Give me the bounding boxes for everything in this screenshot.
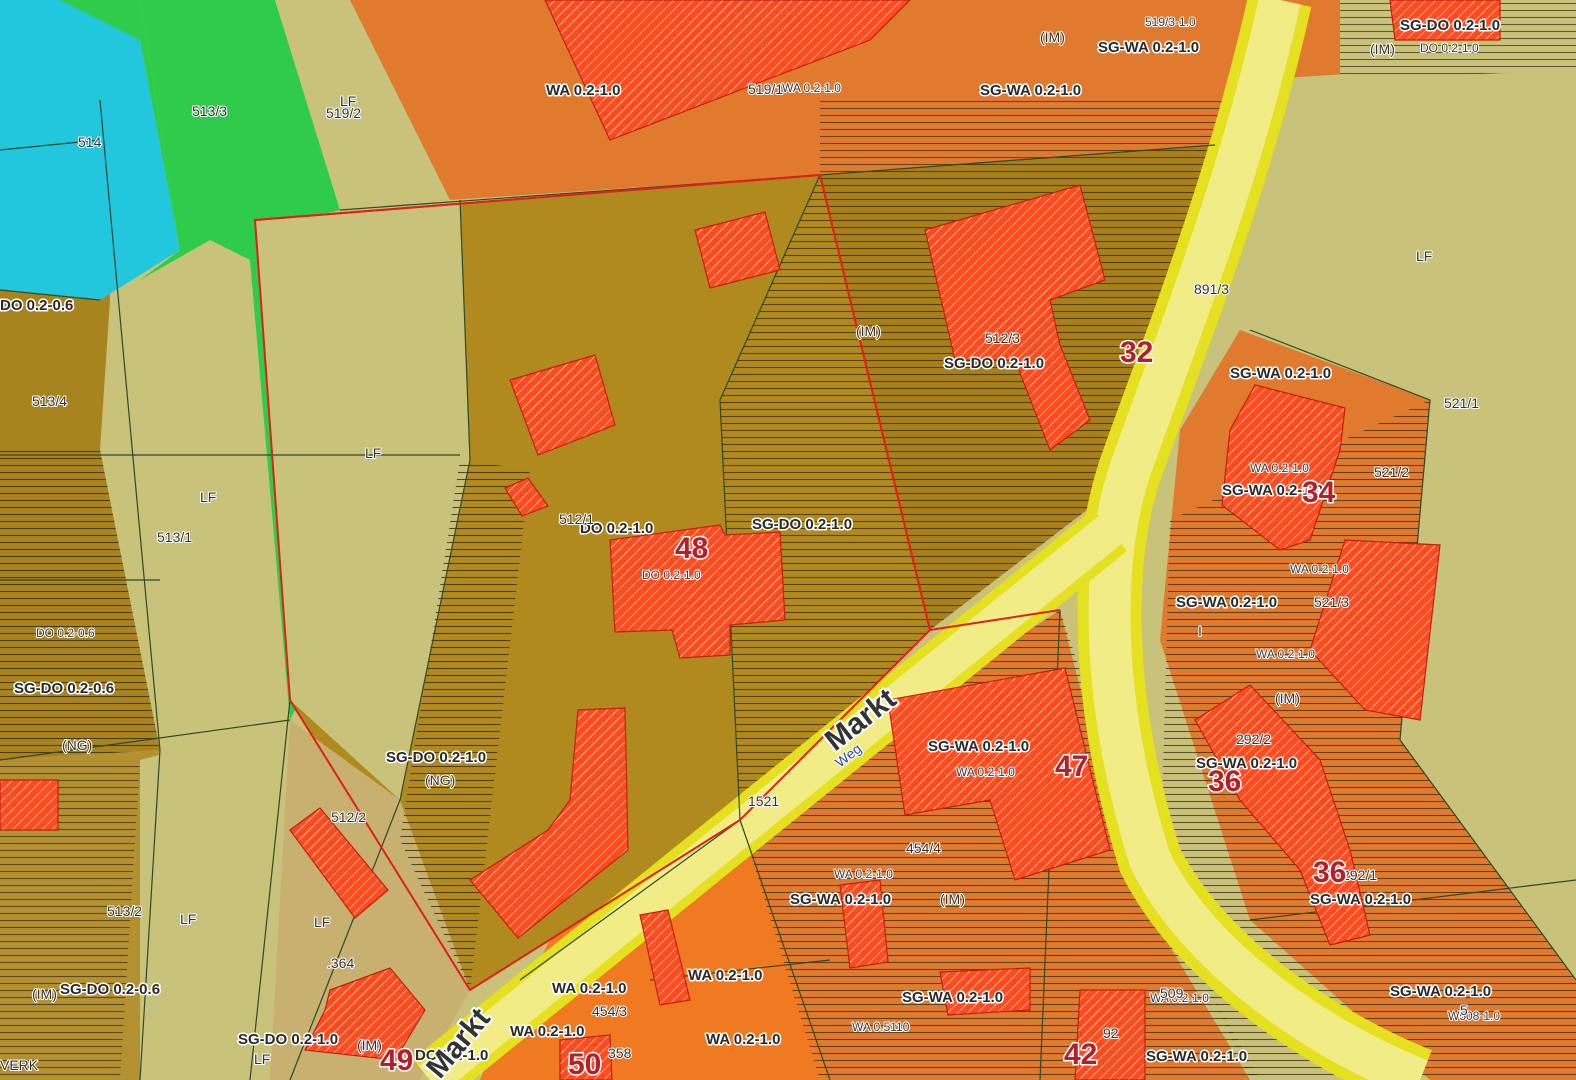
house-number: 36 — [1208, 765, 1241, 798]
parcel-label: LF — [1416, 248, 1432, 264]
parcel-label: (IM) — [1040, 29, 1065, 45]
parcel-label: (NG) — [425, 772, 455, 788]
parcel-label: LF — [365, 445, 381, 461]
zone-label: SG-DO 0.2-1.0 — [752, 516, 852, 533]
zone-label: WA 0.2-1.0 — [552, 980, 626, 997]
zone-label: SG-DO 0.2-1.0 — [944, 355, 1044, 372]
parcel-label: 891/3 — [1194, 281, 1229, 297]
small-label: WA 0.2-1.0 — [1250, 461, 1309, 475]
small-label: WA 0.2-1.0 — [1256, 647, 1315, 661]
parcel-label: 512/1 — [559, 511, 594, 527]
zone-label: WA 0.2-1.0 — [688, 967, 762, 984]
zone-label: SG-WA 0.2-1.0 — [902, 989, 1003, 1006]
parcel-label: 509 — [1160, 985, 1184, 1001]
parcel-label: 513/3 — [192, 103, 227, 119]
small-label: WA 0.5110 — [852, 1020, 910, 1034]
small-label: 519/3-1.0 — [1145, 15, 1196, 29]
parcel-label: (NG) — [62, 737, 92, 753]
parcel-label: 513/4 — [32, 393, 67, 409]
parcel-label: (IM) — [1275, 690, 1300, 706]
parcel-label: 519/1 — [748, 81, 783, 97]
zone-label: SG-DO 0.2-0.6 — [60, 981, 160, 998]
parcel-label: 519/2 — [326, 105, 361, 121]
zone-label: SG-WA 0.2-1.0 — [1390, 983, 1491, 1000]
house-number: 48 — [675, 532, 708, 565]
parcel-label: 292/1 — [1342, 867, 1377, 883]
zone-agri-south — [140, 720, 290, 1080]
parcel-label: 521/2 — [1374, 464, 1409, 480]
parcel-label: 5 — [1460, 1002, 1468, 1018]
parcel-label: LF — [180, 911, 196, 927]
small-label: W508-1.0 — [1448, 1009, 1500, 1023]
zone-label: WA 0.2-1.0 — [706, 1031, 780, 1048]
parcel-label: LF — [200, 489, 216, 505]
zone-label: SG-DO 0.2-1.0 — [1400, 17, 1500, 34]
parcel-label: 454/3 — [592, 1003, 627, 1019]
zone-label: SG-WA 0.2-1.0 — [1230, 365, 1331, 382]
parcel-label: .364 — [327, 955, 354, 971]
parcel-label: (IM) — [940, 891, 965, 907]
parcel-label: 521/1 — [1444, 395, 1479, 411]
zone-label: WA 0.2-1.0 — [510, 1023, 584, 1040]
parcel-label: I — [1198, 623, 1202, 639]
zone-label: SG-WA 0.2-1.0 — [1098, 39, 1199, 56]
zoning-map[interactable]: WA 0.2-1.0 SG-WA 0.2-1.0 SG-WA 0.2-1.0 S… — [0, 0, 1576, 1080]
parcel-label: 513/1 — [157, 529, 192, 545]
zone-label: SG-DO 0.2-1.0 — [386, 749, 486, 766]
house-number: 42 — [1064, 1038, 1097, 1071]
zone-label: SG-DO 0.2-0.6 — [14, 680, 114, 697]
parcel-label: 514 — [78, 134, 102, 150]
zone-label: WA 0.2-1.0 — [546, 82, 620, 99]
house-number: 32 — [1120, 336, 1153, 369]
zone-label: SG-WA 0.2-1.0 — [928, 738, 1029, 755]
parcel-label: 454/4 — [906, 840, 941, 856]
small-label: WA 0.2-1.0 — [956, 765, 1015, 779]
building — [0, 779, 59, 831]
parcel-label: 513/2 — [107, 903, 142, 919]
zone-label: SG-WA 0.2-1.0 — [1146, 1048, 1247, 1065]
zone-label: SG-WA 0.2-1.0 — [1310, 891, 1411, 908]
house-number: 49 — [380, 1044, 413, 1077]
parcel-label: 1521 — [748, 793, 779, 809]
parcel-label: 292/2 — [1236, 731, 1271, 747]
house-number: 47 — [1055, 750, 1088, 783]
zone-label: SG-WA 0.2-1.0 — [1176, 594, 1277, 611]
parcel-label: 521/3 — [1314, 594, 1349, 610]
parcel-label: 512/2 — [331, 809, 366, 825]
small-label: WA 0.2-1.0 — [782, 81, 841, 95]
parcel-label: (IM) — [856, 323, 881, 339]
zone-label: DO 0.2-0.6 — [0, 297, 73, 314]
zone-label: SG-WA 0.2-1.0 — [790, 891, 891, 908]
parcel-label: 92 — [1103, 1025, 1119, 1041]
small-label: WA 0.2-1.0 — [1290, 562, 1349, 576]
parcel-label: (IM) — [1370, 41, 1395, 57]
parcel-label: LF — [314, 914, 330, 930]
parcel-label: (IM) — [32, 986, 57, 1002]
house-number: 50 — [568, 1048, 601, 1080]
house-number: 36 — [1313, 856, 1346, 889]
small-label: DO 0.2-0.6 — [36, 626, 95, 640]
parcel-label: 358 — [608, 1045, 632, 1061]
parcel-label: 512/3 — [985, 330, 1020, 346]
small-label: WA 0.2-1.0 — [834, 867, 893, 881]
zone-label: SG-DO 0.2-1.0 — [238, 1031, 338, 1048]
parcel-label: LF — [254, 1051, 270, 1067]
house-number: 34 — [1302, 476, 1336, 509]
small-label: DO 0.2-1.0 — [642, 568, 701, 582]
small-label: DO 0.2-1.0 — [1420, 41, 1479, 55]
zone-label: SG-WA 0.2-1.0 — [980, 82, 1081, 99]
parcel-label: VERK — [0, 1057, 39, 1073]
parcel-label: (IM) — [357, 1037, 382, 1053]
